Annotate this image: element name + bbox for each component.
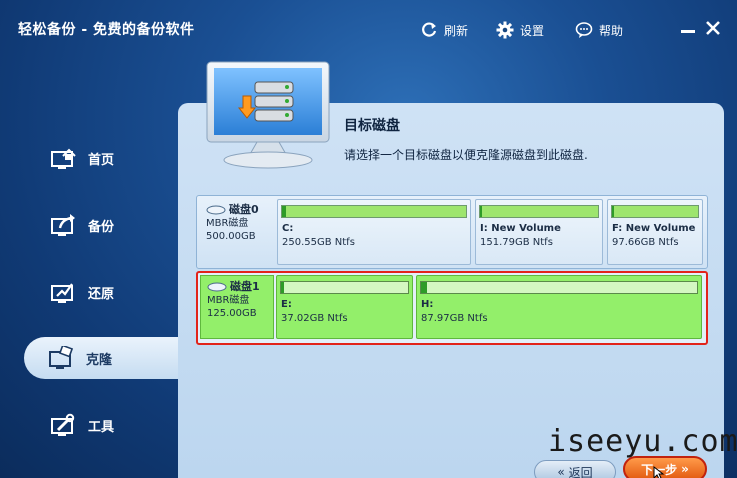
partition-usage-bar (479, 205, 599, 218)
settings-button[interactable]: 设置 (496, 19, 544, 41)
disk-row-1[interactable]: 磁盘1 MBR磁盘 125.00GB E: 37.02GB Ntfs H: 87… (196, 271, 708, 345)
backup-icon (48, 210, 78, 240)
close-icon[interactable] (705, 20, 721, 36)
page-title: 目标磁盘 (344, 118, 400, 134)
disk-type: MBR磁盘 (207, 295, 250, 306)
partition-size: 97.66GB Ntfs (612, 237, 679, 248)
partition-usage-bar (281, 205, 467, 218)
sidebar-item-label: 还原 (88, 286, 115, 302)
partition-usage-bar (420, 281, 698, 294)
sidebar: 首页 备份 还原 克隆 工具 (0, 120, 178, 478)
app-window: 轻松备份 - 免费的备份软件 刷新 设置 帮助 首页 备份 还原 克隆 工具 目… (0, 0, 737, 478)
disk-name: 磁盘0 (229, 203, 259, 216)
disk-info: 磁盘0 MBR磁盘 500.00GB (200, 199, 274, 265)
clone-icon (46, 343, 76, 373)
refresh-button[interactable]: 刷新 (420, 19, 468, 41)
disk-type: MBR磁盘 (206, 218, 249, 229)
sidebar-item-clone[interactable]: 克隆 (24, 337, 178, 379)
partition-size: 87.97GB Ntfs (421, 313, 488, 324)
sidebar-item-backup[interactable]: 备份 (26, 204, 178, 246)
refresh-label: 刷新 (444, 23, 469, 38)
disk-size: 125.00GB (207, 308, 257, 319)
restore-icon (48, 277, 78, 307)
usage-fill (612, 206, 614, 217)
sidebar-item-label: 首页 (88, 152, 115, 168)
disk-icon (206, 205, 226, 214)
partition-label: H: (421, 299, 434, 310)
sidebar-item-tools[interactable]: 工具 (26, 404, 178, 446)
minimize-button[interactable] (681, 30, 695, 33)
usage-fill (281, 282, 284, 293)
usage-fill (421, 282, 427, 293)
partition-i[interactable]: I: New Volume 151.79GB Ntfs (475, 199, 603, 265)
help-bubble-icon (575, 22, 593, 38)
watermark-text: iseeyu.com (548, 424, 737, 459)
partition-usage-bar (611, 205, 699, 218)
help-button[interactable]: 帮助 (575, 19, 623, 41)
help-label: 帮助 (599, 23, 624, 38)
partition-usage-bar (280, 281, 409, 294)
disk-size: 500.00GB (206, 231, 256, 242)
partition-c[interactable]: C: 250.55GB Ntfs (277, 199, 471, 265)
sidebar-item-restore[interactable]: 还原 (26, 271, 178, 313)
partition-size: 151.79GB Ntfs (480, 237, 553, 248)
disk-info: 磁盘1 MBR磁盘 125.00GB (200, 275, 274, 339)
partition-e[interactable]: E: 37.02GB Ntfs (276, 275, 413, 339)
usage-fill (480, 206, 483, 217)
settings-label: 设置 (520, 23, 545, 38)
monitor-disk-illustration (206, 61, 330, 169)
partition-label: E: (281, 299, 292, 310)
sidebar-item-label: 克隆 (86, 352, 113, 368)
disk-row-0[interactable]: 磁盘0 MBR磁盘 500.00GB C: 250.55GB Ntfs I: N… (196, 195, 708, 269)
back-label: 返回 (568, 465, 593, 478)
app-title: 轻松备份 - 免费的备份软件 (18, 22, 195, 38)
partition-label: I: New Volume (480, 223, 561, 234)
page-description: 请选择一个目标磁盘以便克隆源磁盘到此磁盘. (344, 148, 588, 162)
mouse-cursor-icon (653, 466, 665, 478)
sidebar-item-label: 工具 (88, 419, 115, 435)
sidebar-item-home[interactable]: 首页 (26, 137, 178, 179)
partition-h[interactable]: H: 87.97GB Ntfs (416, 275, 702, 339)
usage-fill (282, 206, 286, 217)
partition-label: F: New Volume (612, 223, 696, 234)
gear-icon (496, 21, 514, 39)
next-button[interactable]: 下一步 » (623, 456, 707, 478)
home-icon (48, 143, 78, 173)
partition-f[interactable]: F: New Volume 97.66GB Ntfs (607, 199, 703, 265)
title-bar: 轻松备份 - 免费的备份软件 刷新 设置 帮助 (0, 0, 737, 58)
partition-size: 37.02GB Ntfs (281, 313, 348, 324)
refresh-icon (422, 22, 437, 37)
partition-label: C: (282, 223, 294, 234)
double-chevron-left-icon: « (557, 465, 565, 478)
tools-icon (48, 410, 78, 440)
disk-icon (207, 282, 227, 291)
back-button[interactable]: « 返回 (534, 460, 616, 478)
double-chevron-right-icon: » (681, 462, 689, 476)
partition-size: 250.55GB Ntfs (282, 237, 355, 248)
sidebar-item-label: 备份 (88, 219, 115, 235)
disk-name: 磁盘1 (230, 280, 260, 293)
